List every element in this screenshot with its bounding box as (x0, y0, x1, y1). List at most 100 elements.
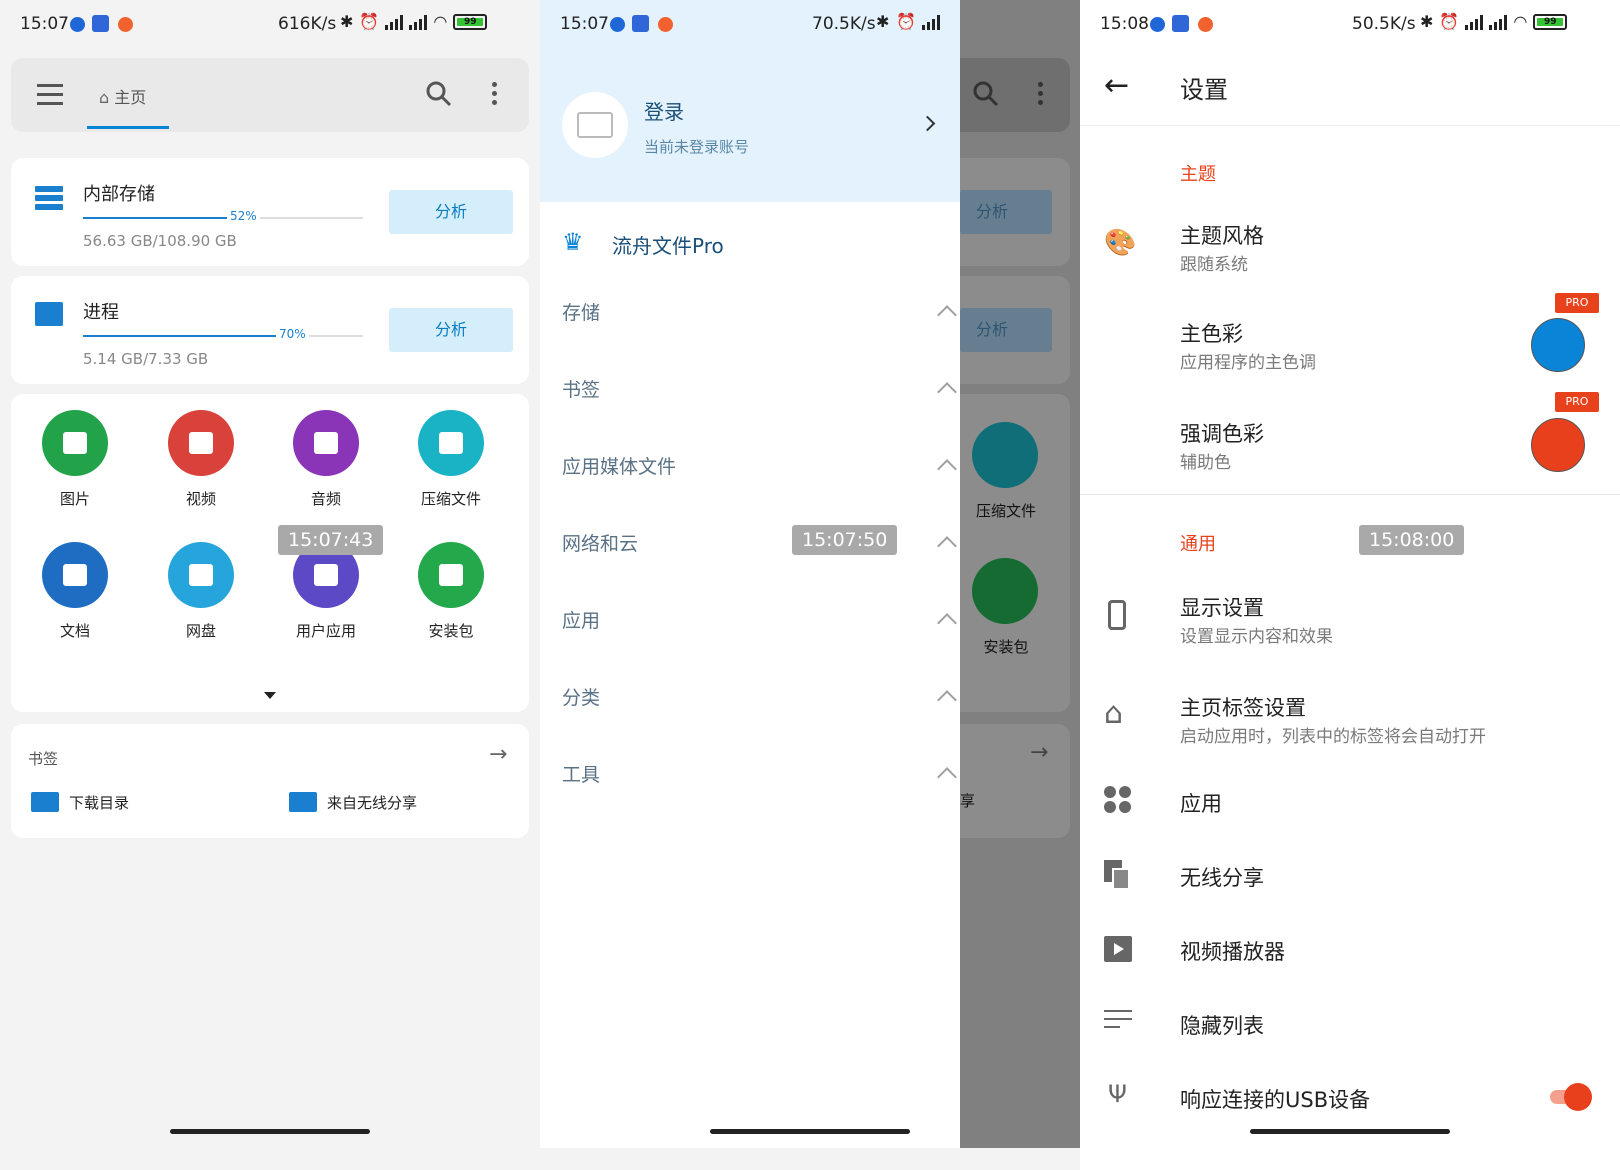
video-player-row[interactable]: 视频播放器 (1080, 930, 1620, 970)
chevron-up-icon[interactable] (937, 382, 957, 402)
process-card[interactable]: 进程 70% 5.14 GB/7.33 GB 分析 (11, 276, 529, 384)
usb-icon: Ψ (1108, 1080, 1127, 1108)
category-video[interactable]: 视频 (151, 410, 251, 509)
app-notification-icon (1198, 17, 1213, 32)
bookmark-label: 下载目录 (69, 794, 130, 812)
login-title: 登录 (644, 100, 684, 124)
category-android[interactable]: 安装包 (401, 542, 501, 641)
drawer-section[interactable]: 书签 (562, 375, 957, 405)
display-settings-row[interactable]: 显示设置 设置显示内容和效果 (1080, 588, 1620, 648)
android-icon (972, 558, 1038, 624)
arrow-right-icon[interactable]: → (489, 742, 507, 767)
signal-icon-2 (1489, 14, 1508, 30)
category-headphones[interactable]: 音频 (276, 410, 376, 509)
settings-screen: 15:08 50.5K/s ✱ ⏰ ◠ 99 ← 设置 主题 🎨 主题风格 跟随… (1080, 0, 1620, 1170)
storage-card[interactable]: 内部存储 52% 56.63 GB/108.90 GB 分析 (11, 158, 529, 266)
drawer-section[interactable]: 存储 (562, 298, 957, 328)
notification-icon (1150, 17, 1165, 32)
back-arrow-icon[interactable]: ← (1104, 68, 1129, 103)
drawer-section[interactable]: 应用 (562, 606, 957, 636)
drawer-section-label: 网络和云 (562, 533, 639, 555)
share-icon (1104, 860, 1132, 890)
dim-card (960, 724, 1070, 838)
wifi-icon: ◠ (1513, 12, 1528, 31)
category-apps[interactable]: 用户应用 (276, 542, 376, 641)
scrim[interactable]: 分析 分析 压缩文件 安装包 → 享 (960, 0, 1080, 1148)
headphones-icon (293, 410, 359, 476)
more-options-icon (1038, 82, 1043, 105)
more-options-icon[interactable] (492, 82, 497, 105)
category-label: 网盘 (185, 622, 216, 640)
usb-title: 响应连接的USB设备 (1180, 1088, 1371, 1112)
drawer-header[interactable]: 15:07 70.5K/s ✱ ⏰ 登录 当前未登录账号 (540, 0, 960, 202)
chevron-up-icon[interactable] (937, 305, 957, 325)
network-speed: 70.5K/s (812, 14, 876, 34)
wireless-share-row[interactable]: 无线分享 (1080, 856, 1620, 896)
video-icon (168, 410, 234, 476)
hidden-list-icon (1104, 1010, 1132, 1028)
chevron-up-icon[interactable] (937, 459, 957, 479)
process-analyze-button[interactable]: 分析 (389, 308, 513, 352)
home-screen: 15:07 616K/s ✱ ⏰ ◠ 99 ⌂ 主页 内部存储 52% 56.6… (0, 0, 540, 1170)
category-label: 视频 (185, 490, 216, 508)
menu-icon[interactable] (37, 84, 63, 105)
status-bar: 15:08 50.5K/s ✱ ⏰ ◠ 99 (1080, 0, 1620, 48)
battery-icon: 99 (453, 13, 488, 30)
chevron-up-icon[interactable] (937, 536, 957, 556)
tab-home[interactable]: ⌂ 主页 (99, 84, 179, 107)
drawer-section-label: 分类 (562, 687, 601, 709)
chevron-up-icon[interactable] (937, 690, 957, 710)
pro-item[interactable]: ♛ 流舟文件Pro (562, 226, 942, 262)
app-notification-icon (658, 17, 673, 32)
usb-toggle[interactable] (1550, 1083, 1592, 1111)
theme-style-row[interactable]: 🎨 主题风格 跟随系统 (1080, 216, 1620, 276)
section-theme: 主题 (1180, 164, 1216, 185)
storage-progress-track (83, 217, 363, 219)
accent-color-sub: 辅助色 (1180, 453, 1231, 473)
signal-icon (922, 14, 940, 30)
category-archive[interactable]: 压缩文件 (401, 410, 501, 509)
category-image[interactable]: 图片 (25, 410, 125, 509)
drawer-section[interactable]: 应用媒体文件 (562, 452, 957, 482)
cloud-icon (168, 542, 234, 608)
document-icon (42, 542, 108, 608)
calendar-icon (92, 15, 109, 32)
home-tabs-row[interactable]: ⌂ 主页标签设置 启动应用时，列表中的标签将会自动打开 (1080, 688, 1620, 748)
battery-level: 99 (457, 17, 484, 26)
bookmark-item[interactable]: 来自无线分享 (289, 790, 519, 816)
process-progress-track (83, 335, 363, 337)
drawer-section[interactable]: 分类 (562, 683, 957, 713)
category-document[interactable]: 文档 (25, 542, 125, 641)
search-icon[interactable] (425, 80, 453, 108)
hidden-title: 隐藏列表 (1180, 1014, 1264, 1038)
usb-row[interactable]: Ψ 响应连接的USB设备 (1080, 1078, 1620, 1118)
storage-analyze-button[interactable]: 分析 (389, 190, 513, 234)
hidden-list-row[interactable]: 隐藏列表 (1080, 1004, 1620, 1044)
drawer-section[interactable]: 工具 (562, 760, 957, 790)
expand-icon[interactable] (264, 692, 276, 699)
category-cloud[interactable]: 网盘 (151, 542, 251, 641)
dim-analyze: 分析 (960, 190, 1052, 234)
notification-icon (610, 17, 625, 32)
notification-icon (70, 17, 85, 32)
status-time: 15:07 (560, 14, 609, 34)
archive-icon (972, 422, 1038, 488)
accent-color-title: 强调色彩 (1180, 422, 1264, 446)
accent-color-swatch[interactable] (1531, 418, 1585, 472)
storage-icon (35, 186, 63, 210)
login-subtitle: 当前未登录账号 (644, 138, 750, 156)
bookmark-item[interactable]: 下载目录 (31, 790, 261, 816)
section-general: 通用 (1180, 534, 1216, 555)
battery-icon: 99 (1533, 13, 1568, 30)
chevron-up-icon[interactable] (937, 767, 957, 787)
drawer-section-label: 应用媒体文件 (562, 456, 677, 478)
chevron-up-icon[interactable] (937, 613, 957, 633)
timestamp-overlay: 15:07:43 (278, 525, 384, 555)
timestamp-overlay: 15:08:00 (1359, 525, 1465, 555)
primary-color-swatch[interactable] (1531, 318, 1585, 372)
page-title: 设置 (1180, 76, 1228, 104)
home-indicator (1250, 1129, 1450, 1134)
signal-icon-2 (409, 14, 428, 30)
folder-icon (31, 792, 59, 812)
apps-row[interactable]: 应用 (1080, 782, 1620, 822)
